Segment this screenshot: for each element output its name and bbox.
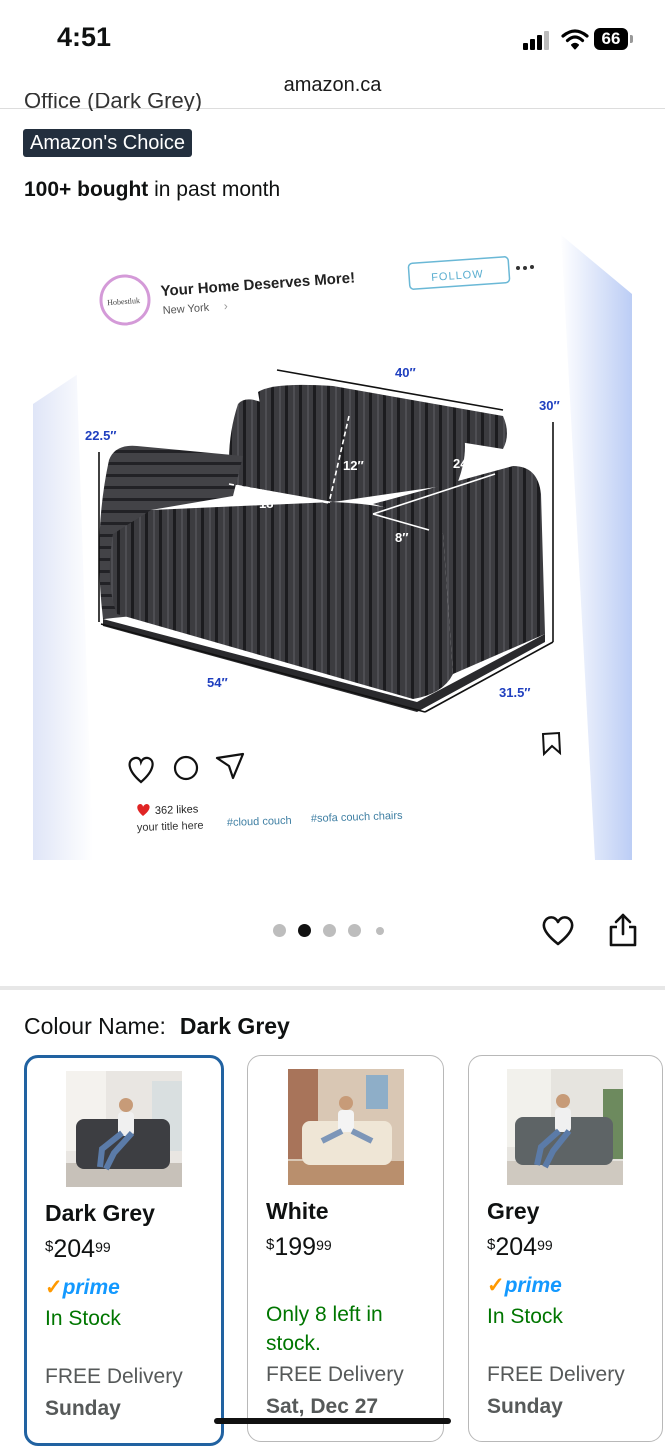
- bought-count: 100+ bought in past month: [24, 178, 280, 202]
- image-carousel-dots[interactable]: [273, 924, 393, 938]
- price-currency: $: [487, 1236, 496, 1253]
- post-caption: your title here: [137, 820, 204, 834]
- carousel-dot[interactable]: [273, 924, 286, 937]
- colour-name-row: Colour Name: Dark Grey: [24, 1013, 290, 1040]
- prime-badge: ✓prime: [487, 1273, 562, 1298]
- dim-width-front: 54″: [207, 675, 228, 690]
- price-whole: 204: [53, 1235, 96, 1263]
- option-stock: In Stock: [45, 1307, 121, 1330]
- option-price: $19999: [266, 1233, 332, 1262]
- option-delivery-day: Sunday: [45, 1397, 121, 1420]
- battery-level: 66: [594, 28, 628, 50]
- prime-label: prime: [504, 1274, 562, 1297]
- amazons-choice-badge[interactable]: Amazon's Choice: [23, 129, 192, 157]
- option-delivery: FREE Delivery: [487, 1363, 625, 1386]
- option-name: Grey: [487, 1198, 540, 1224]
- price-cents: 99: [95, 1239, 111, 1255]
- price-whole: 204: [495, 1233, 538, 1261]
- carousel-dot[interactable]: [323, 924, 336, 937]
- product-thumbnail: [288, 1069, 404, 1185]
- prime-badge: ✓prime: [45, 1275, 120, 1300]
- status-bar: 4:51 66: [0, 0, 665, 70]
- share-icon[interactable]: [606, 912, 640, 948]
- price-whole: 199: [274, 1233, 317, 1261]
- product-image[interactable]: Hobestluk Your Home Deserves More! New Y…: [33, 234, 632, 860]
- carousel-dot[interactable]: [376, 927, 384, 935]
- option-delivery: FREE Delivery: [45, 1365, 183, 1388]
- option-name: White: [266, 1198, 329, 1224]
- option-delivery-day: Sat, Dec 27: [266, 1395, 379, 1418]
- option-delivery-day: Sunday: [487, 1395, 563, 1418]
- status-time: 4:51: [57, 22, 112, 52]
- prime-label: prime: [62, 1276, 120, 1299]
- dim-seat-depth: 24.5″: [453, 456, 485, 471]
- option-stock: In Stock: [487, 1305, 563, 1328]
- option-name: Dark Grey: [45, 1200, 155, 1226]
- product-title-partial: Office (Dark Grey): [24, 93, 203, 111]
- heart-icon[interactable]: [540, 912, 576, 948]
- dim-pillow-width: 18″: [259, 496, 280, 511]
- price-cents: 99: [316, 1237, 332, 1253]
- colour-option-white[interactable]: White $19999 Only 8 left in stock. FREE …: [247, 1055, 444, 1442]
- post-tag-1: #cloud couch: [227, 815, 292, 829]
- post-likes: 362 likes: [155, 803, 199, 817]
- wifi-icon: [561, 29, 589, 50]
- price-cents: 99: [537, 1237, 553, 1253]
- dim-arm-height: 22.5″: [85, 428, 117, 443]
- battery-icon: 66: [594, 28, 636, 50]
- product-thumbnail: [66, 1071, 182, 1187]
- bought-count-bold: 100+ bought: [24, 178, 149, 201]
- dim-pillow-height: 12″: [343, 458, 364, 473]
- colour-option-dark-grey[interactable]: Dark Grey $20499 ✓prime In Stock FREE De…: [24, 1055, 224, 1446]
- dim-height: 30″: [539, 398, 560, 413]
- colour-label: Colour Name:: [24, 1013, 166, 1039]
- price-currency: $: [266, 1236, 275, 1253]
- carousel-dot[interactable]: [298, 924, 311, 937]
- dim-depth: 31.5″: [499, 685, 531, 700]
- option-stock: Only 8 left in stock.: [266, 1303, 383, 1355]
- prime-check-icon: ✓: [45, 1276, 63, 1299]
- colour-option-grey[interactable]: Grey $20499 ✓prime In Stock FREE Deliver…: [468, 1055, 663, 1442]
- product-thumbnail: [507, 1069, 623, 1185]
- dim-arm-width: 8″: [395, 530, 408, 545]
- home-indicator[interactable]: [214, 1418, 451, 1424]
- url-text: amazon.ca: [283, 74, 382, 96]
- prime-check-icon: ✓: [487, 1274, 505, 1297]
- option-price: $20499: [487, 1233, 553, 1262]
- price-currency: $: [45, 1238, 54, 1255]
- section-divider: [0, 986, 665, 990]
- signal-icon: [523, 31, 549, 50]
- carousel-dot[interactable]: [348, 924, 361, 937]
- bought-count-rest: in past month: [148, 178, 281, 201]
- option-delivery: FREE Delivery: [266, 1363, 404, 1386]
- dim-width-back: 40″: [395, 365, 416, 380]
- colour-selected: Dark Grey: [179, 1013, 290, 1039]
- option-price: $20499: [45, 1235, 111, 1264]
